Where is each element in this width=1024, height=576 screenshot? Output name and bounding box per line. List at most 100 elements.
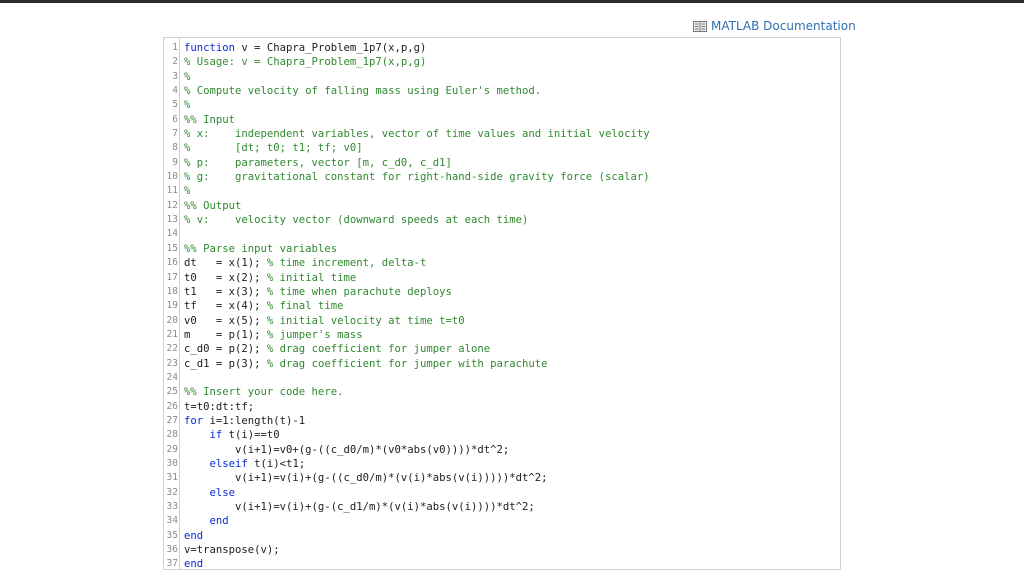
code-line[interactable]: 28 if t(i)==t0 [164,428,840,442]
code-comment: % [184,185,190,197]
code-text: m = p(1); % jumper's mass [184,328,363,342]
code-comment: % v: velocity vector (downward speeds at… [184,214,528,226]
code-line[interactable]: 36 v=transpose(v); [164,543,840,557]
code-line[interactable]: 26t=t0:dt:tf; [164,400,840,414]
code-line[interactable]: 6 %% Input [164,113,840,127]
code-editor[interactable]: 1function v = Chapra_Problem_1p7(x,p,g)2… [163,37,841,570]
code-line[interactable]: 22c_d0 = p(2); % drag coefficient for ju… [164,342,840,356]
code-text: elseif t(i)<t1; [184,457,305,471]
code-line[interactable]: 7% x: independent variables, vector of t… [164,127,840,141]
line-number: 13 [164,213,178,227]
code-line[interactable]: 24 [164,371,840,385]
code-keyword: end [210,515,229,527]
code-line[interactable]: 12%% Output [164,199,840,213]
code-line[interactable]: 13 % v: velocity vector (downward speeds … [164,213,840,227]
code-line[interactable]: 10% g: gravitational constant for right-… [164,170,840,184]
code-line[interactable]: 29 v(i+1)=v0+(g-((c_d0/m)*(v0*abs(v0))))… [164,443,840,457]
code-comment: %% Output [184,200,241,212]
code-text: v(i+1)=v(i)+(g-(c_d1/m)*(v(i)*abs(v(i)))… [184,500,535,514]
doc-link-label: MATLAB Documentation [711,19,856,33]
code-line[interactable]: 1function v = Chapra_Problem_1p7(x,p,g) [164,41,840,55]
code-keyword: elseif [210,458,248,470]
code-text: %% Parse input variables [184,242,337,256]
code-text: % Compute velocity of falling mass using… [184,84,541,98]
line-number: 17 [164,271,178,285]
line-number: 23 [164,357,178,371]
code-text: tf = x(4); % final time [184,299,343,313]
line-number: 27 [164,414,178,428]
code-line[interactable]: 32 else [164,486,840,500]
code-comment: % initial velocity at time t=t0 [267,315,465,327]
code-text: for i=1:length(t)-1 [184,414,305,428]
code-text: dt = x(1); % time increment, delta-t [184,256,426,270]
code-line[interactable]: 25%% Insert your code here. [164,385,840,399]
code-text: end [184,529,203,543]
code-token: v=transpose(v); [184,544,280,556]
line-number: 18 [164,285,178,299]
matlab-documentation-link[interactable]: MATLAB Documentation [693,18,856,34]
code-text: % [184,98,190,112]
code-line[interactable]: 17 t0 = x(2); % initial time [164,271,840,285]
code-line[interactable]: 9 % p: parameters, vector [m, c_d0, c_d1] [164,156,840,170]
code-token [184,458,210,470]
line-number: 4 [164,84,178,98]
code-line[interactable]: 16dt = x(1); % time increment, delta-t [164,256,840,270]
code-token: t=t0:dt:tf; [184,401,254,413]
code-text: v(i+1)=v(i)+(g-((c_d0/m)*(v(i)*abs(v(i))… [184,471,548,485]
code-line[interactable]: 4 % Compute velocity of falling mass usin… [164,84,840,98]
code-line[interactable]: 37end [164,557,840,570]
code-comment: % drag coefficient for jumper with parac… [267,358,548,370]
line-number: 20 [164,314,178,328]
code-comment: % p: parameters, vector [m, c_d0, c_d1] [184,157,452,169]
code-line[interactable]: 35end [164,529,840,543]
code-line[interactable]: 34 end [164,514,840,528]
code-line[interactable]: 20 v0 = x(5); % initial velocity at time … [164,314,840,328]
code-keyword: function [184,42,235,54]
code-line[interactable]: 11% [164,184,840,198]
code-token: c_d0 = p(2); [184,343,267,355]
code-text: t0 = x(2); % initial time [184,271,356,285]
code-text: end [184,514,229,528]
code-comment: %% Insert your code here. [184,386,343,398]
code-token: t1 = x(3); [184,286,267,298]
line-number: 30 [164,457,178,471]
code-token [184,429,210,441]
code-line[interactable]: 33 v(i+1)=v(i)+(g-(c_d1/m)*(v(i)*abs(v(i… [164,500,840,514]
code-text: else [184,486,235,500]
code-line[interactable]: 31 v(i+1)=v(i)+(g-((c_d0/m)*(v(i)*abs(v(… [164,471,840,485]
code-comment: % time when parachute deploys [267,286,452,298]
code-text: c_d1 = p(3); % drag coefficient for jump… [184,357,548,371]
code-line[interactable]: 23 c_d1 = p(3); % drag coefficient for ju… [164,357,840,371]
code-line[interactable]: 27 for i=1:length(t)-1 [164,414,840,428]
code-token: v(i+1)=v(i)+(g-((c_d0/m)*(v(i)*abs(v(i))… [184,472,548,484]
code-comment: % drag coefficient for jumper alone [267,343,490,355]
code-text: function v = Chapra_Problem_1p7(x,p,g) [184,41,426,55]
code-comment: % [184,99,190,111]
code-line[interactable]: 18 t1 = x(3); % time when parachute deplo… [164,285,840,299]
code-text: %% Input [184,113,235,127]
line-number: 15 [164,242,178,256]
line-number: 14 [164,227,178,241]
line-number: 32 [164,486,178,500]
code-token [184,515,210,527]
code-line[interactable]: 14 [164,227,840,241]
code-text: v(i+1)=v0+(g-((c_d0/m)*(v0*abs(v0))))*dt… [184,443,509,457]
code-line[interactable]: 15 %% Parse input variables [164,242,840,256]
code-token: v(i+1)=v0+(g-((c_d0/m)*(v0*abs(v0))))*dt… [184,444,509,456]
line-number: 9 [164,156,178,170]
code-token: v(i+1)=v(i)+(g-(c_d1/m)*(v(i)*abs(v(i)))… [184,501,535,513]
code-comment: % time increment, delta-t [267,257,426,269]
code-line[interactable]: 8% [dt; t0; t1; tf; v0] [164,141,840,155]
code-line[interactable]: 21 m = p(1); % jumper's mass [164,328,840,342]
code-line[interactable]: 30 elseif t(i)<t1; [164,457,840,471]
line-number: 6 [164,113,178,127]
code-line[interactable]: 5% [164,98,840,112]
code-token: v0 = x(5); [184,315,267,327]
code-token: m = p(1); [184,329,267,341]
code-line[interactable]: 3% [164,70,840,84]
code-line[interactable]: 19tf = x(4); % final time [164,299,840,313]
line-number: 21 [164,328,178,342]
code-line[interactable]: 2% Usage: v = Chapra_Problem_1p7(x,p,g) [164,55,840,69]
line-number: 36 [164,543,178,557]
line-number: 29 [164,443,178,457]
